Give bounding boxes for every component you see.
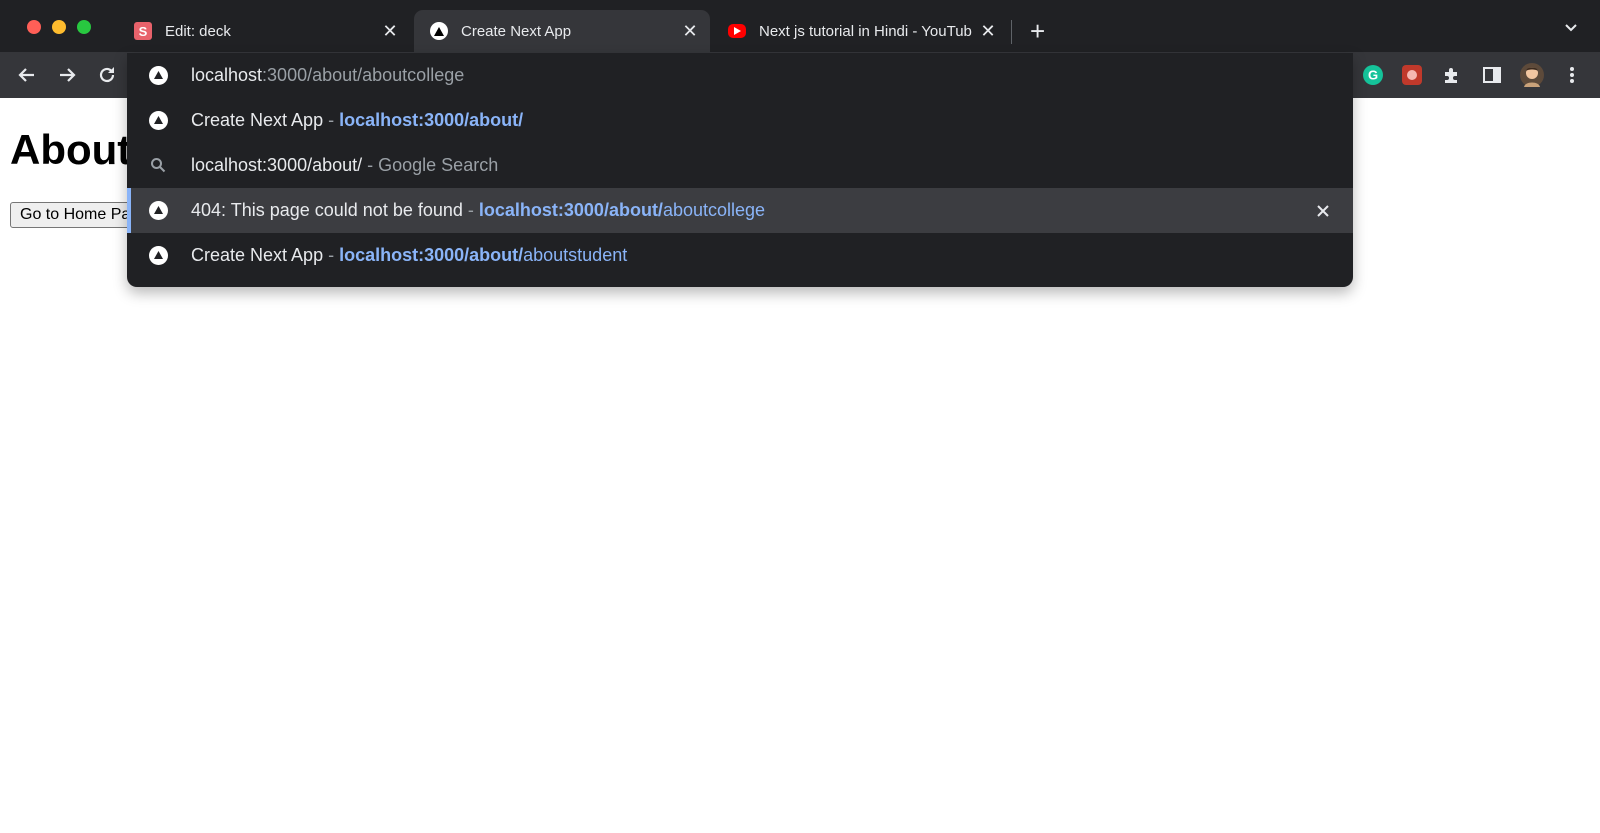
omnibox-input[interactable]: localhost:3000/about/aboutcollege	[191, 65, 464, 86]
suggestion-sep: -	[462, 200, 479, 220]
suggestion-title: 404: This page could not be found	[191, 200, 463, 220]
tab-close-icon[interactable]: ✕	[980, 22, 996, 40]
suggestion-text: 404: This page could not be found - loca…	[191, 200, 765, 221]
url-bold: localhost:3000/about/	[339, 245, 524, 265]
suggestion-url: localhost:3000/about/aboutstudent	[339, 245, 627, 265]
svg-text:G: G	[1368, 68, 1378, 83]
new-tab-plus-icon[interactable]: +	[1030, 18, 1045, 44]
suggestion-row[interactable]: localhost:3000/about/ - Google Search	[127, 143, 1353, 188]
side-panel-icon[interactable]	[1480, 63, 1504, 87]
tab-close-icon[interactable]: ✕	[682, 22, 698, 40]
tab-separator	[1011, 20, 1012, 44]
nextjs-triangle-icon	[147, 64, 169, 86]
forward-arrow-icon[interactable]	[56, 64, 78, 86]
slides-s-icon: S	[134, 22, 152, 40]
search-icon	[147, 154, 169, 176]
extension-red-icon[interactable]	[1400, 63, 1424, 87]
youtube-icon	[728, 24, 746, 38]
url-host: localhost	[191, 65, 263, 85]
search-suffix: - Google Search	[362, 155, 499, 175]
tab-search-chevron-icon[interactable]	[1564, 20, 1578, 38]
suggestion-text: Create Next App - localhost:3000/about/a…	[191, 245, 627, 266]
suggestion-title: Create Next App	[191, 110, 324, 130]
url-bold: localhost:3000/about/	[478, 200, 663, 220]
grammarly-extension-icon[interactable]: G	[1361, 63, 1385, 87]
window-close-button[interactable]	[27, 20, 41, 34]
suggestion-url: localhost:3000/about/	[339, 110, 523, 130]
suggestion-row[interactable]: Create Next App - localhost:3000/about/a…	[127, 233, 1353, 278]
page-title: About	[10, 126, 132, 173]
suggestion-row[interactable]: Create Next App - localhost:3000/about/	[127, 98, 1353, 143]
url-rest: :3000/about/aboutcollege	[262, 65, 465, 85]
reload-icon[interactable]	[96, 64, 118, 86]
nextjs-triangle-icon	[147, 244, 169, 266]
extensions-puzzle-icon[interactable]	[1440, 63, 1464, 87]
omnibox-dropdown: localhost:3000/about/aboutcollege Create…	[127, 53, 1353, 287]
url-bold: localhost:3000/about/	[339, 110, 524, 130]
tab-create-next-app[interactable]: Create Next App ✕	[414, 10, 710, 52]
nextjs-triangle-icon	[147, 109, 169, 131]
suggestion-text: Create Next App - localhost:3000/about/	[191, 110, 523, 131]
more-menu-icon[interactable]	[1560, 63, 1584, 87]
url-rest: aboutcollege	[662, 200, 766, 220]
url-rest: aboutstudent	[523, 245, 628, 265]
window-minimize-button[interactable]	[52, 20, 66, 34]
suggestion-text: localhost:3000/about/ - Google Search	[191, 155, 498, 176]
back-arrow-icon[interactable]	[16, 64, 38, 86]
profile-avatar[interactable]	[1520, 63, 1544, 87]
search-query: localhost:3000/about/	[191, 155, 363, 175]
tab-close-icon[interactable]: ✕	[382, 22, 398, 40]
suggestion-url: localhost:3000/about/aboutcollege	[479, 200, 765, 220]
suggestion-sep: -	[323, 245, 340, 265]
nextjs-triangle-icon	[430, 22, 448, 40]
suggestion-row-selected[interactable]: 404: This page could not be found - loca…	[127, 188, 1353, 233]
tab-edit-deck[interactable]: S Edit: deck ✕	[118, 10, 410, 52]
omnibox-input-row[interactable]: localhost:3000/about/aboutcollege	[127, 53, 1353, 98]
window-maximize-button[interactable]	[77, 20, 91, 34]
suggestion-sep: -	[323, 110, 340, 130]
tab-youtube[interactable]: Next js tutorial in Hindi - YouTube ✕	[712, 10, 1008, 52]
suggestion-title: Create Next App	[191, 245, 324, 265]
nextjs-triangle-icon	[147, 199, 169, 221]
tab-title: Next js tutorial in Hindi - YouTube	[759, 22, 972, 40]
tab-title: Create Next App	[461, 22, 572, 40]
remove-suggestion-close-icon[interactable]	[1313, 201, 1333, 221]
tab-title: Edit: deck	[165, 22, 231, 40]
tab-strip: S Edit: deck ✕ Create Next App ✕ Next js…	[0, 0, 1600, 52]
